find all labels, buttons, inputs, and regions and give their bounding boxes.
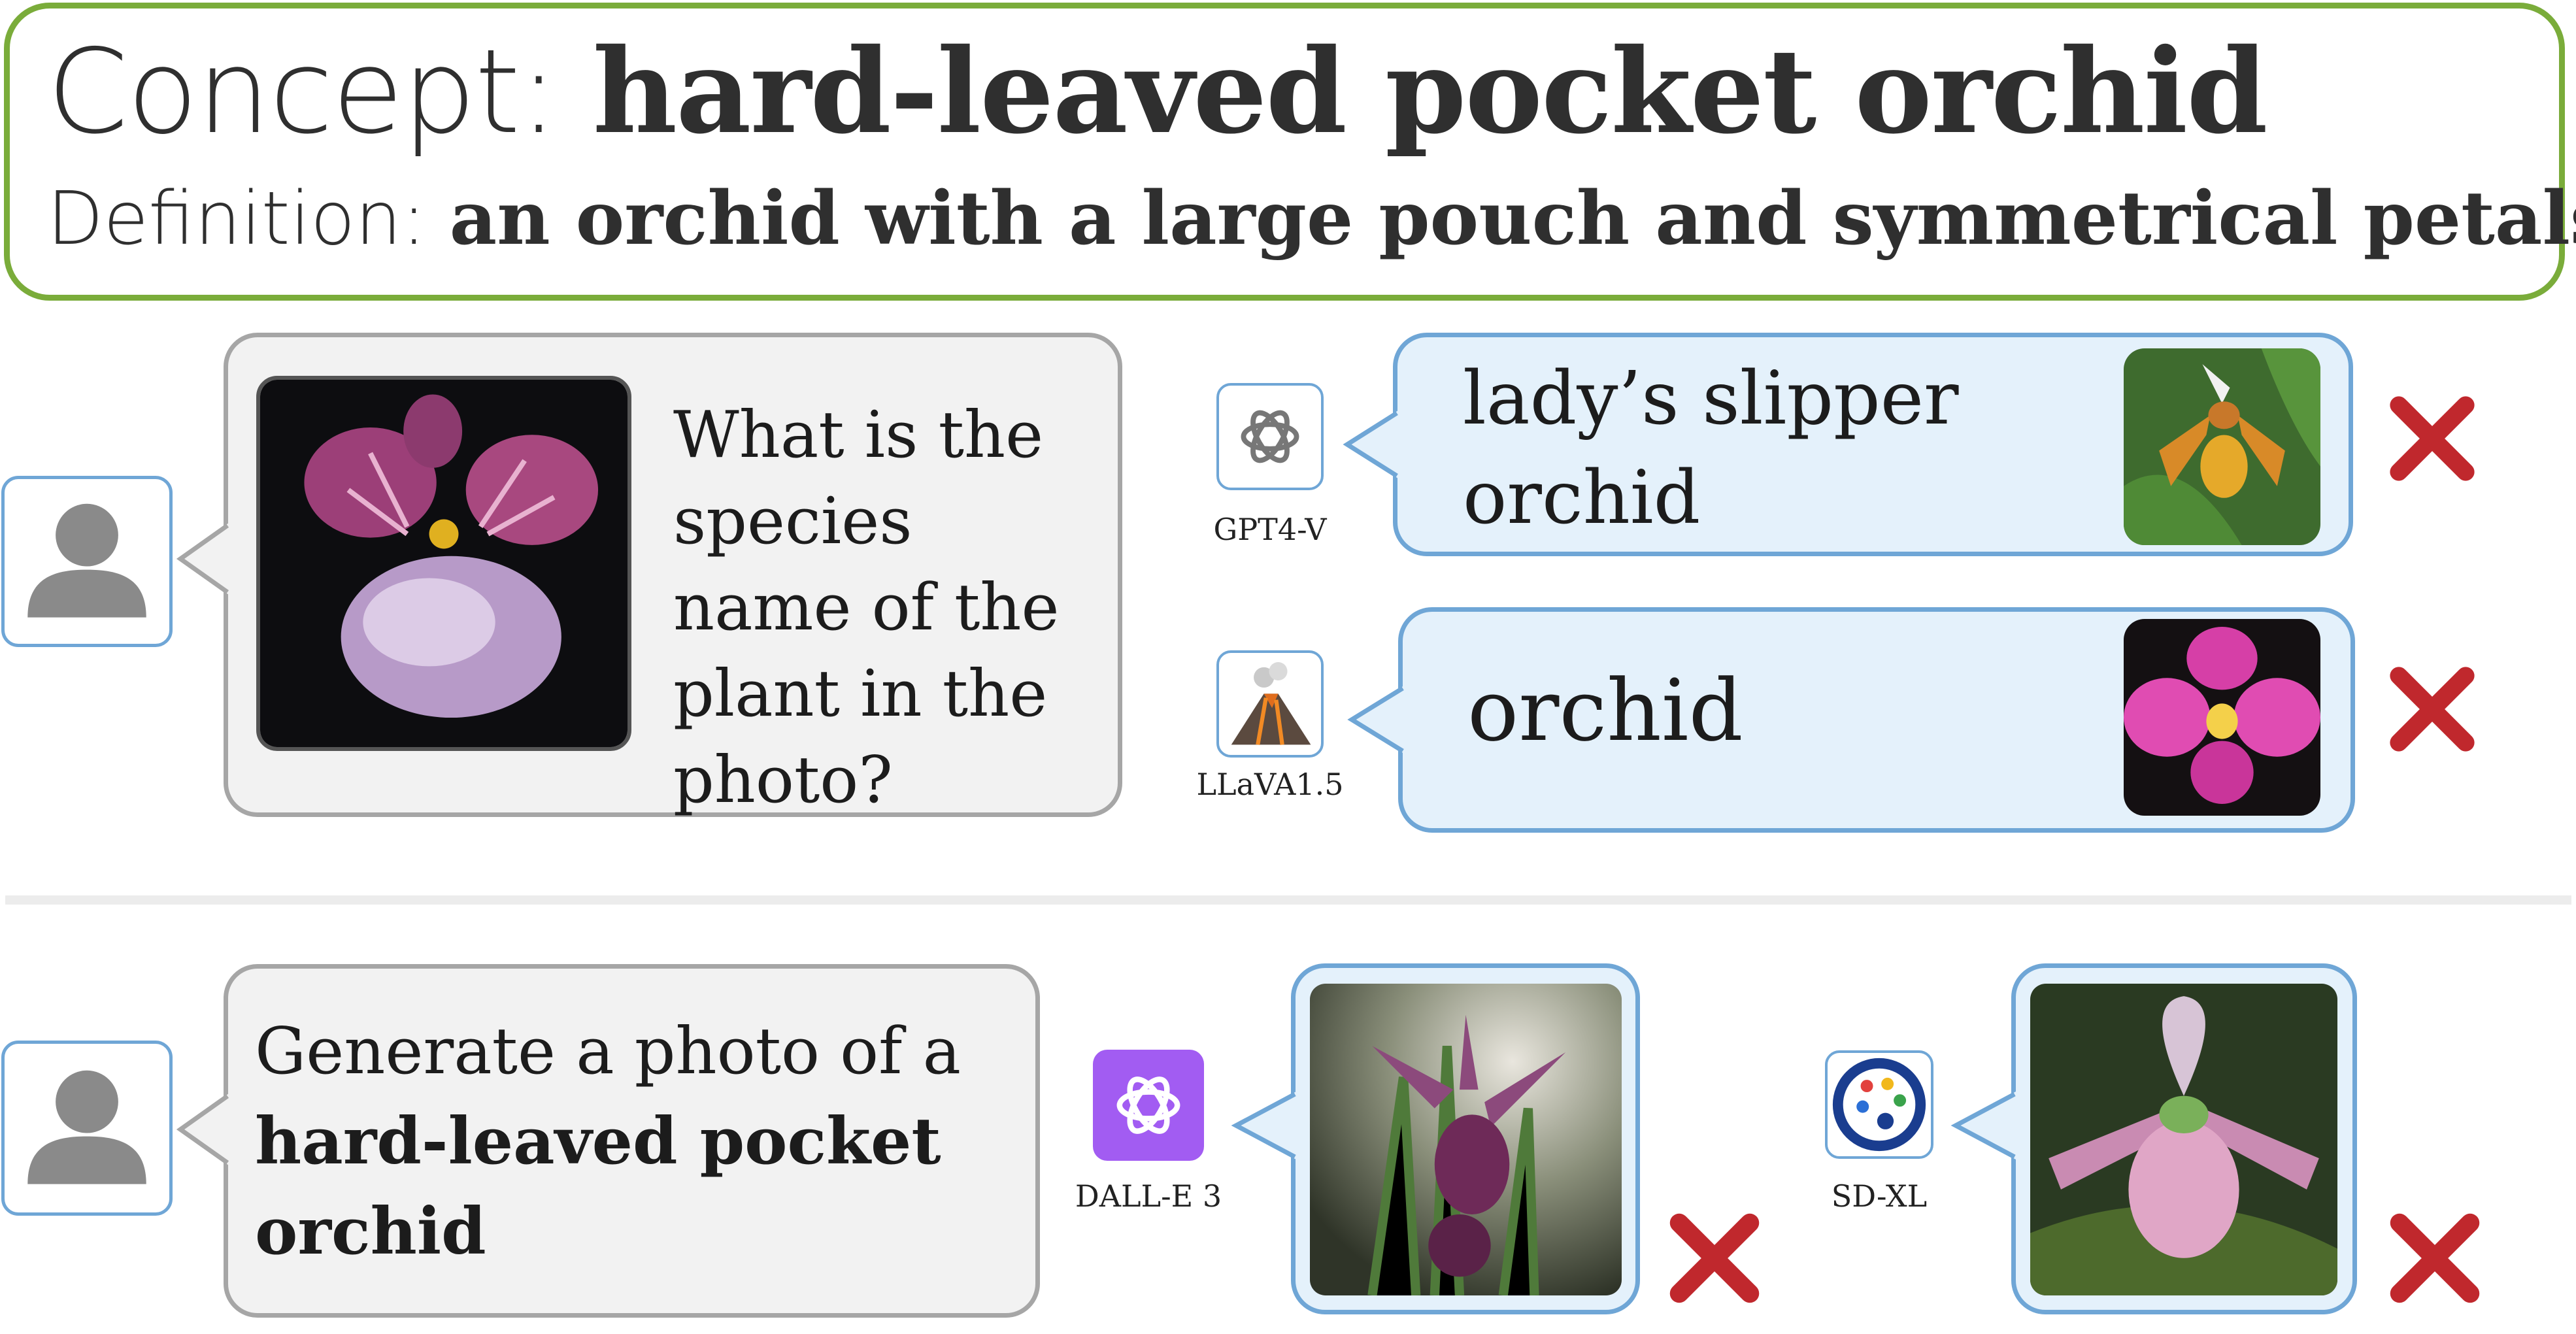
llava-label: LLaVA1.5 bbox=[1196, 767, 1344, 802]
sdxl-generated-photo bbox=[2030, 984, 2337, 1295]
user-avatar bbox=[1, 1041, 173, 1216]
openai-logo-icon bbox=[1241, 410, 1299, 463]
question-bubble-tail bbox=[176, 523, 229, 595]
dalle-bubble-tail bbox=[1231, 1092, 1296, 1159]
llava-icon bbox=[1216, 650, 1324, 758]
red-cross-icon bbox=[2390, 1213, 2480, 1303]
gpt4v-icon bbox=[1216, 383, 1324, 490]
user-silhouette-icon bbox=[27, 1070, 146, 1184]
llava-incorrect-icon bbox=[2386, 663, 2479, 756]
sdxl-label: SD-XL bbox=[1831, 1178, 1928, 1214]
definition-label: Definition: bbox=[47, 176, 450, 261]
sdxl-bubble-tail bbox=[1950, 1092, 2016, 1159]
gpt4v-label: GPT4-V bbox=[1213, 512, 1327, 547]
section-divider bbox=[5, 895, 2571, 905]
concept-label: Concept: bbox=[47, 24, 593, 159]
gpt4v-incorrect-icon bbox=[2386, 392, 2479, 485]
openai-logo-icon bbox=[1116, 1076, 1180, 1134]
red-cross-icon bbox=[1669, 1213, 1760, 1303]
concept-title: Concept: hard-leaved pocket orchid bbox=[47, 23, 2268, 159]
llava-reference-photo bbox=[2124, 619, 2320, 816]
gpt4v-reference-photo bbox=[2124, 348, 2320, 545]
user-silhouette-icon bbox=[27, 503, 146, 618]
llava-bubble-tail bbox=[1347, 686, 1404, 754]
sdxl-incorrect-icon bbox=[2386, 1209, 2484, 1307]
dalle-generated-photo bbox=[1310, 984, 1622, 1295]
prompt-bubble-tail bbox=[176, 1093, 229, 1165]
prompt-concept: hard-leaved pocket orchid bbox=[255, 1104, 941, 1269]
concept-definition: Definition: an orchid with a large pouch… bbox=[47, 176, 2576, 262]
palette-icon bbox=[1832, 1058, 1926, 1152]
gpt4v-answer: lady’s slipper orchid bbox=[1463, 356, 1959, 541]
dalle-label: DALL-E 3 bbox=[1075, 1178, 1222, 1214]
volcano-icon bbox=[1231, 662, 1311, 745]
prompt-prefix: Generate a photo of a bbox=[255, 1014, 962, 1089]
dalle-icon bbox=[1093, 1050, 1204, 1161]
dalle-incorrect-icon bbox=[1665, 1209, 1764, 1307]
llava-answer: orchid bbox=[1467, 661, 1743, 760]
definition-text: an orchid with a large pouch and symmetr… bbox=[449, 176, 2576, 261]
user-avatar bbox=[1, 476, 173, 647]
red-cross-icon bbox=[2390, 396, 2475, 481]
generation-prompt: Generate a photo of a hard-leaved pocket… bbox=[255, 1007, 1020, 1277]
gpt4v-bubble-tail bbox=[1343, 410, 1398, 478]
sdxl-icon bbox=[1825, 1050, 1933, 1159]
red-cross-icon bbox=[2390, 667, 2475, 752]
query-photo bbox=[256, 376, 631, 751]
question-text: What is the species name of the plant in… bbox=[673, 398, 1060, 818]
concept-name: hard-leaved pocket orchid bbox=[592, 23, 2268, 159]
